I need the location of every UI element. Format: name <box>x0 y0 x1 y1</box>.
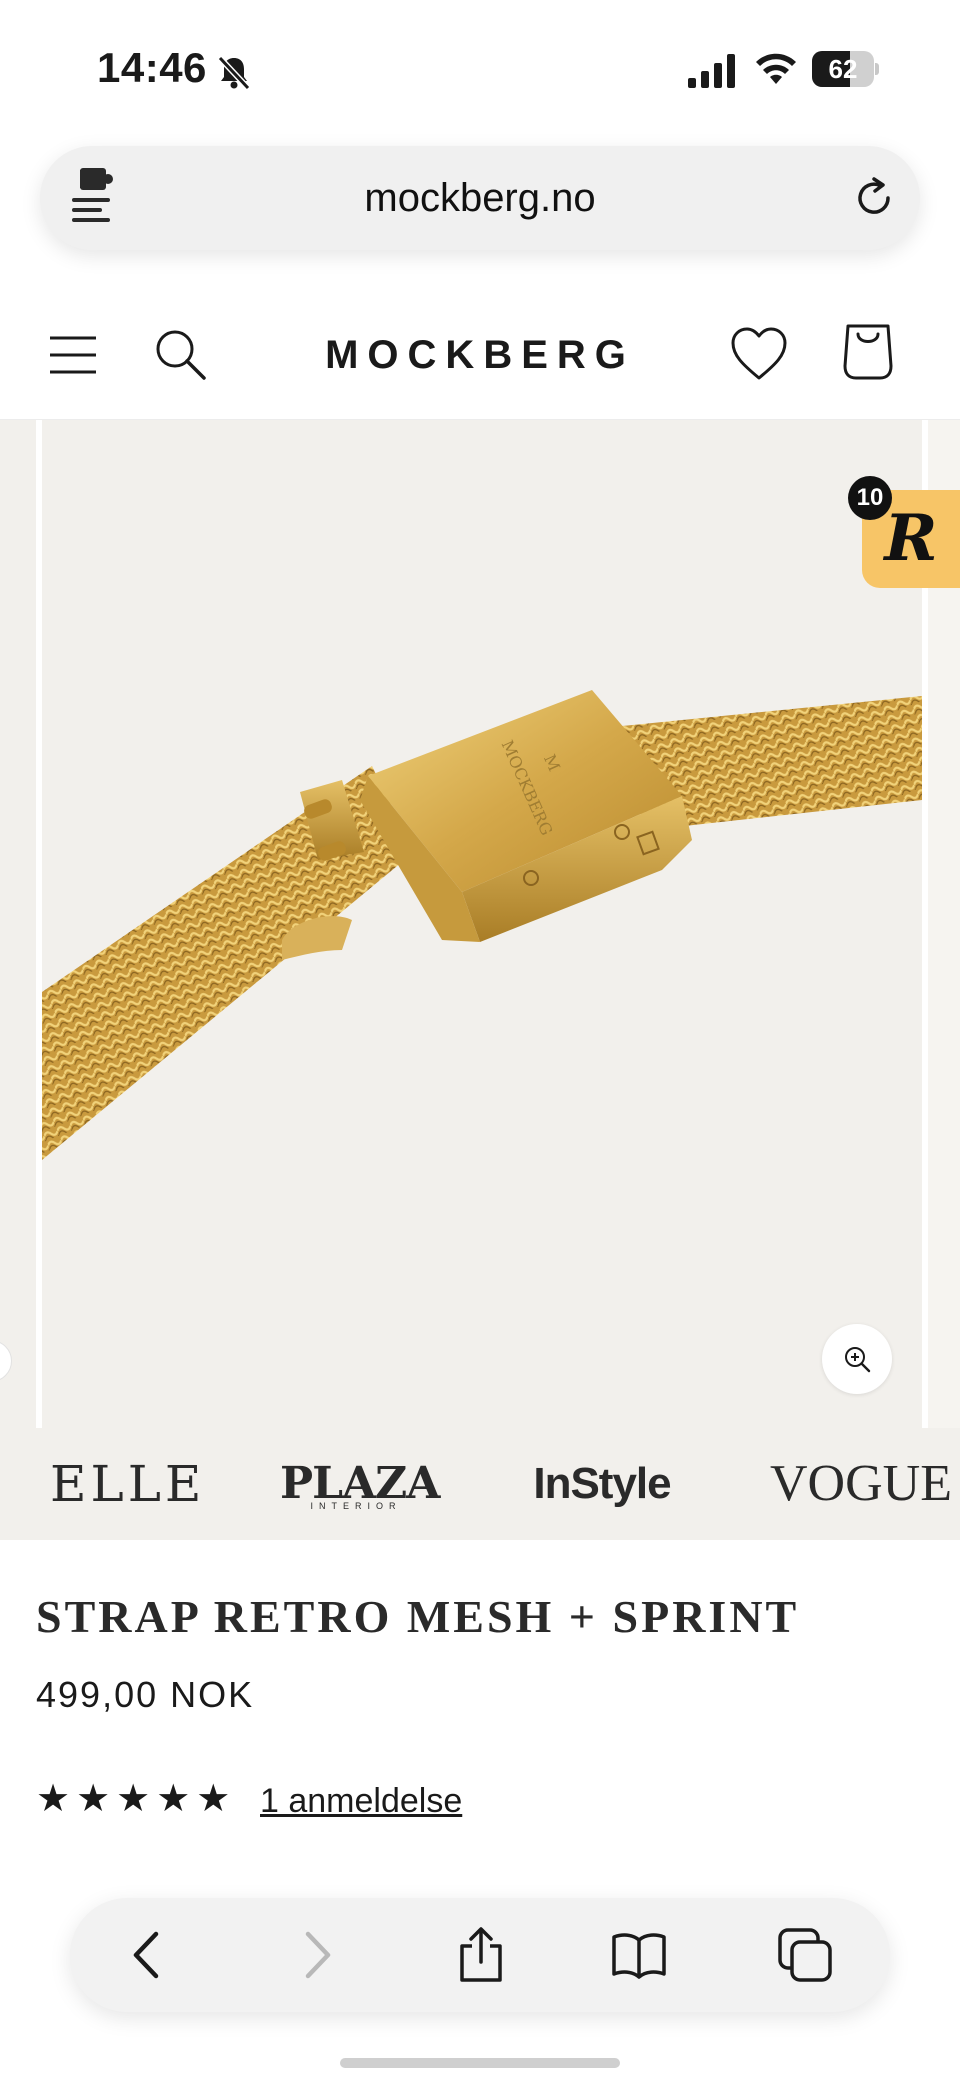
url-text[interactable]: mockberg.no <box>40 146 920 250</box>
search-icon[interactable] <box>154 328 206 380</box>
browser-toolbar <box>70 1898 890 2012</box>
tabs-icon[interactable] <box>776 1926 834 1984</box>
product-image[interactable]: MOCKBERG M <box>42 420 922 1428</box>
reviews-link[interactable]: 1 anmeldelse <box>260 1774 462 1828</box>
zoom-icon <box>845 1347 871 1373</box>
zoom-button[interactable] <box>822 1324 892 1394</box>
home-indicator <box>340 2058 620 2068</box>
product-price: 499,00 NOK <box>36 1674 255 1715</box>
address-bar[interactable]: mockberg.no <box>40 146 920 250</box>
gallery-prev-slide[interactable] <box>0 420 36 1428</box>
bookmarks-icon[interactable] <box>610 1926 668 1984</box>
status-bar: 14:46 62 <box>0 0 960 140</box>
elle-logo: ELLE <box>50 1455 206 1513</box>
plaza-logo-subtitle: INTERIOR <box>310 1501 402 1511</box>
prev-arrow-icon[interactable] <box>0 1340 12 1382</box>
product-gallery[interactable]: MOCKBERG M <box>0 420 960 1428</box>
bag-icon[interactable] <box>842 320 894 382</box>
product-title: STRAP RETRO MESH + SPRINT <box>36 1591 800 1642</box>
instyle-logo: InStyle <box>533 1459 671 1508</box>
forward-icon[interactable] <box>286 1926 344 1984</box>
share-icon[interactable] <box>452 1926 510 1984</box>
signal-icon <box>688 54 735 88</box>
reload-icon[interactable] <box>852 176 896 220</box>
press-logos: ELLE PLAZA INTERIOR InStyle VOGUE <box>0 1428 960 1540</box>
wifi-icon <box>756 53 796 84</box>
vogue-logo: VOGUE <box>770 1455 952 1512</box>
heart-icon[interactable] <box>730 326 788 382</box>
rewards-count-badge: 10 <box>848 476 892 520</box>
site-header: MOCKBERG <box>0 290 960 420</box>
battery-icon: 62 <box>812 51 879 87</box>
menu-icon[interactable] <box>48 330 98 380</box>
status-time: 14:46 <box>97 44 207 91</box>
rating-stars: ★★★★★ <box>36 1778 237 1820</box>
plaza-logo: PLAZA <box>280 1458 440 1509</box>
mesh-strap-image: MOCKBERG M <box>42 690 922 1160</box>
bell-slash-icon <box>217 55 251 91</box>
brand-logo[interactable]: MOCKBERG <box>280 290 680 420</box>
back-icon[interactable] <box>120 1926 178 1984</box>
battery-percent: 62 <box>828 54 858 84</box>
